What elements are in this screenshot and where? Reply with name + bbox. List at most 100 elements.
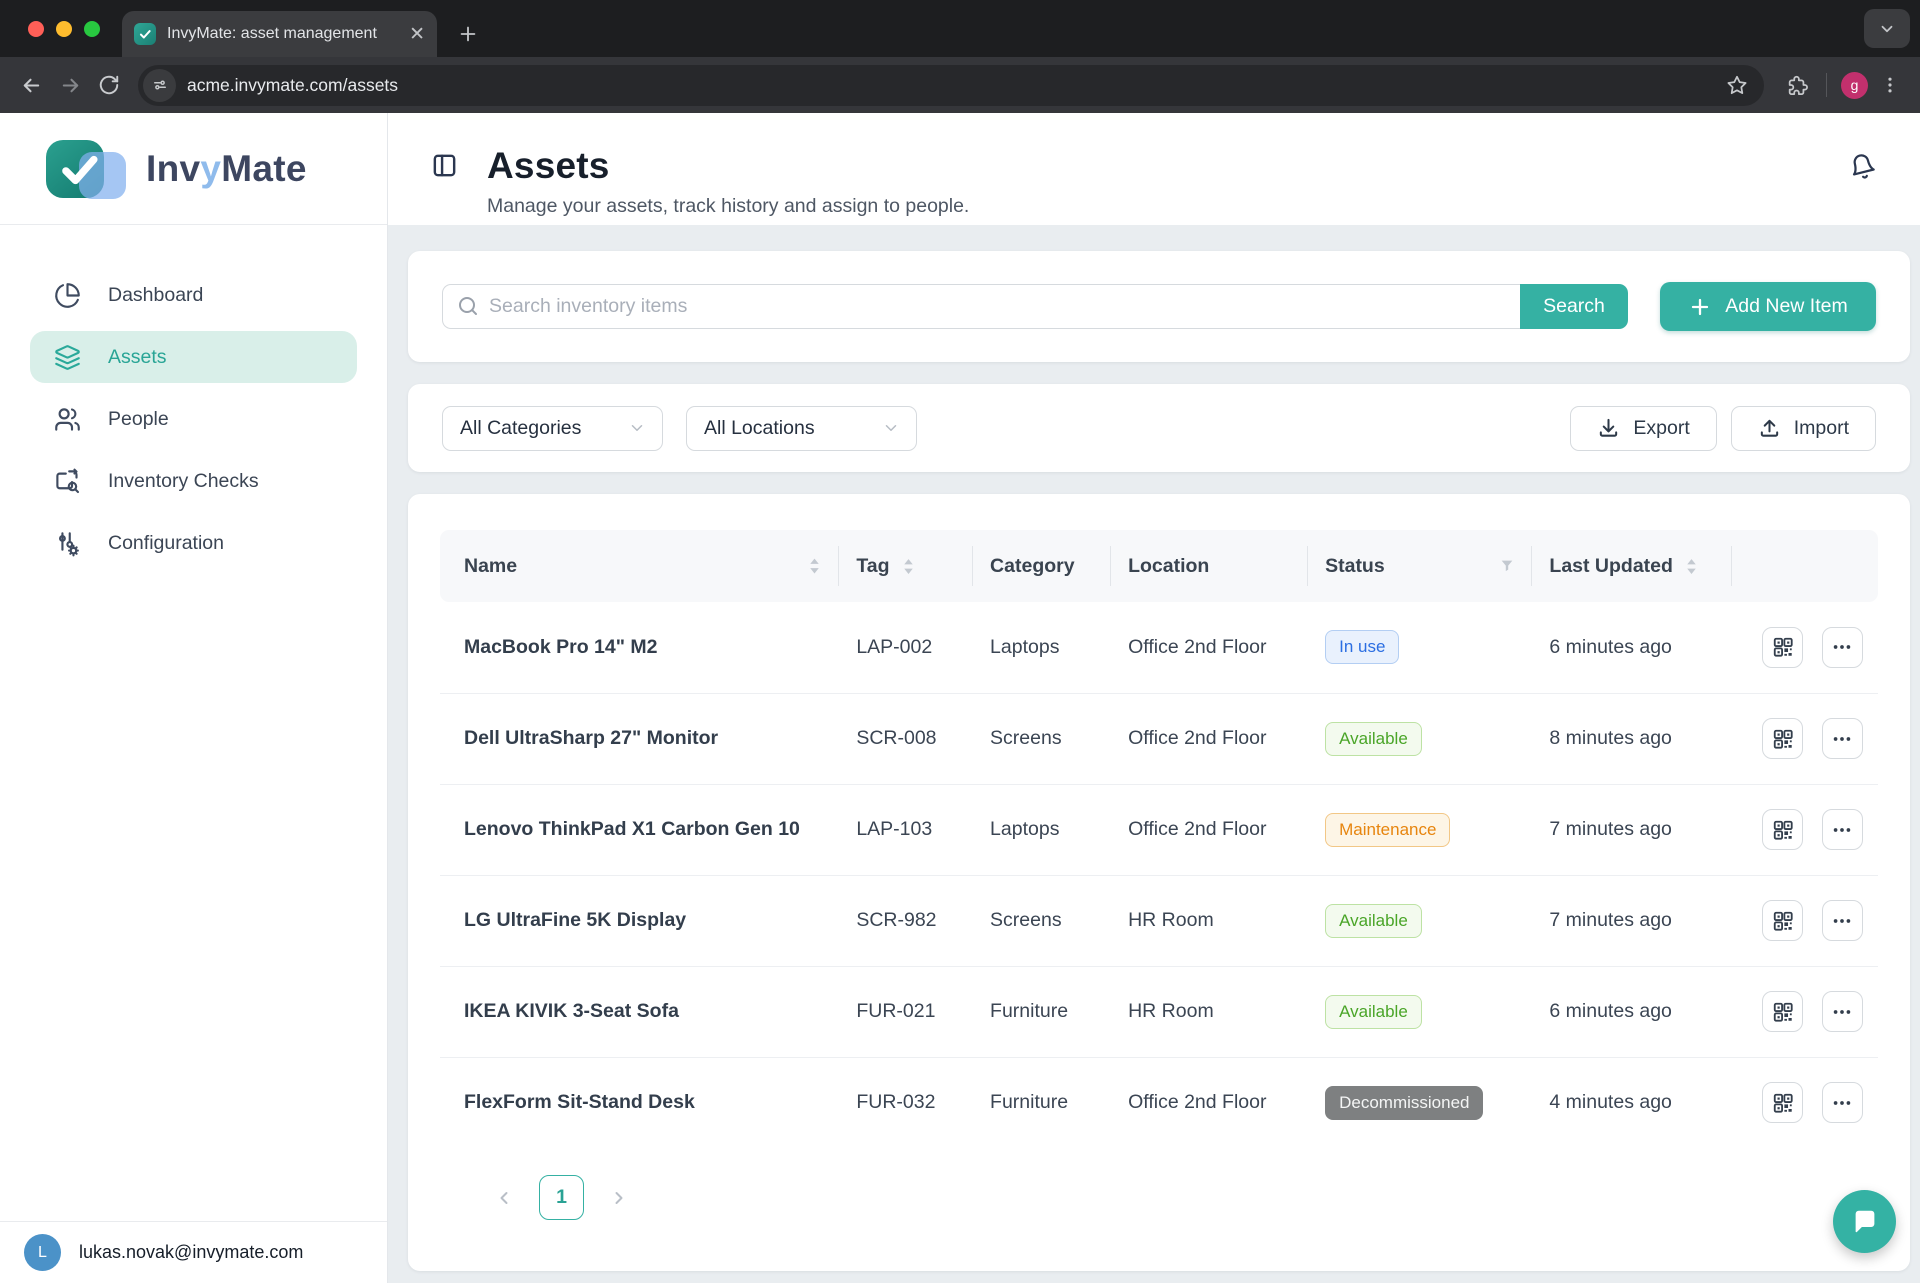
table-row: Lenovo ThinkPad X1 Carbon Gen 10 LAP-103… [440,784,1878,875]
location-filter-select[interactable]: All Locations [686,406,917,451]
asset-name: FlexForm Sit-Stand Desk [440,1057,838,1148]
bookmark-star-icon[interactable] [1722,70,1752,100]
qr-code-icon [1772,636,1794,658]
sidebar-item-dashboard[interactable]: Dashboard [30,269,357,321]
import-button[interactable]: Import [1731,406,1876,451]
back-icon[interactable] [16,70,47,101]
sort-icon[interactable] [901,558,916,575]
asset-category: Laptops [972,602,1110,693]
logo-icon [46,135,130,203]
add-new-item-button[interactable]: Add New Item [1660,282,1876,331]
export-button[interactable]: Export [1570,406,1716,451]
browser-menu-icon[interactable] [1876,71,1904,99]
window-close-button[interactable] [28,21,44,37]
reload-icon[interactable] [94,70,124,100]
row-menu-button[interactable] [1822,900,1863,941]
asset-location: Office 2nd Floor [1110,602,1307,693]
row-menu-button[interactable] [1822,991,1863,1032]
search-button[interactable]: Search [1520,284,1628,329]
sliders-icon [54,530,81,557]
sidebar-toggle-icon[interactable] [430,151,459,180]
browser-window: InvyMate: asset management ✕ acme.invyma… [0,0,1920,1283]
column-header-category[interactable]: Category [972,530,1110,602]
tab-favicon-icon [134,23,156,45]
filter-funnel-icon[interactable] [1499,558,1515,574]
sidebar-item-configuration[interactable]: Configuration [30,517,357,569]
row-menu-button[interactable] [1822,627,1863,668]
previous-page-icon[interactable] [494,1188,514,1208]
asset-location: Office 2nd Floor [1110,693,1307,784]
qr-code-button[interactable] [1762,991,1803,1032]
status-badge: Maintenance [1325,813,1450,847]
asset-last-updated: 8 minutes ago [1531,693,1731,784]
sort-icon[interactable] [1684,558,1699,575]
sidebar-item-people[interactable]: People [30,393,357,445]
pagination: 1 [440,1148,1878,1220]
column-header-status[interactable]: Status [1307,530,1531,602]
browser-tab[interactable]: InvyMate: asset management ✕ [122,11,437,57]
profile-avatar[interactable]: g [1841,72,1868,99]
forward-icon[interactable] [55,70,86,101]
asset-name: LG UltraFine 5K Display [440,875,838,966]
column-header-tag[interactable]: Tag [838,530,972,602]
sort-icon[interactable] [807,558,822,575]
extensions-icon[interactable] [1782,70,1812,100]
asset-name: Dell UltraSharp 27" Monitor [440,693,838,784]
table-row: Dell UltraSharp 27" Monitor SCR-008 Scre… [440,693,1878,784]
window-zoom-button[interactable] [84,21,100,37]
category-filter-select[interactable]: All Categories [442,406,663,451]
qr-code-button[interactable] [1762,809,1803,850]
qr-code-button[interactable] [1762,627,1803,668]
next-page-icon[interactable] [609,1188,629,1208]
asset-last-updated: 6 minutes ago [1531,602,1731,693]
row-menu-button[interactable] [1822,1082,1863,1123]
search-input[interactable] [442,284,1520,329]
sidebar: InvyMate Dashboard Assets [0,113,388,1283]
site-info-icon[interactable] [143,69,176,102]
sidebar-item-inventory-checks[interactable]: Inventory Checks [30,455,357,507]
chat-widget-button[interactable] [1833,1190,1896,1253]
chat-bubble-icon [1850,1207,1880,1237]
sidebar-item-assets[interactable]: Assets [30,331,357,383]
app-logo: InvyMate [0,113,387,225]
table-row: LG UltraFine 5K Display SCR-982 Screens … [440,875,1878,966]
qr-code-button[interactable] [1762,900,1803,941]
window-minimize-button[interactable] [56,21,72,37]
tab-close-icon[interactable]: ✕ [409,25,425,44]
table-header-row: Name Tag [440,530,1878,602]
new-tab-button[interactable] [457,23,479,45]
asset-tag: LAP-103 [838,784,972,875]
row-menu-button[interactable] [1822,809,1863,850]
chevron-down-icon [628,419,646,437]
column-header-location[interactable]: Location [1110,530,1307,602]
app-name: InvyMate [146,148,307,190]
inventory-check-icon [54,468,81,495]
page-number-button[interactable]: 1 [539,1175,584,1220]
column-header-name[interactable]: Name [440,530,838,602]
tab-search-button[interactable] [1864,9,1910,48]
current-user: L lukas.novak@invymate.com [0,1221,387,1283]
ellipsis-icon [1831,1001,1853,1023]
asset-category: Furniture [972,1057,1110,1148]
ellipsis-icon [1831,636,1853,658]
status-badge: Available [1325,904,1422,938]
asset-category: Furniture [972,966,1110,1057]
qr-code-button[interactable] [1762,1082,1803,1123]
table-row: IKEA KIVIK 3-Seat Sofa FUR-021 Furniture… [440,966,1878,1057]
asset-tag: FUR-021 [838,966,972,1057]
column-header-last-updated[interactable]: Last Updated [1531,530,1731,602]
notifications-bell-icon[interactable] [1846,150,1879,183]
row-menu-button[interactable] [1822,718,1863,759]
page-title: Assets [487,145,969,187]
sidebar-item-label: Inventory Checks [108,470,259,493]
url-bar[interactable]: acme.invymate.com/assets [138,65,1764,106]
sidebar-item-label: People [108,408,169,431]
user-email: lukas.novak@invymate.com [79,1242,303,1263]
asset-tag: SCR-008 [838,693,972,784]
status-badge: Available [1325,722,1422,756]
asset-last-updated: 7 minutes ago [1531,784,1731,875]
qr-code-button[interactable] [1762,718,1803,759]
asset-tag: SCR-982 [838,875,972,966]
users-icon [54,406,81,433]
ellipsis-icon [1831,819,1853,841]
